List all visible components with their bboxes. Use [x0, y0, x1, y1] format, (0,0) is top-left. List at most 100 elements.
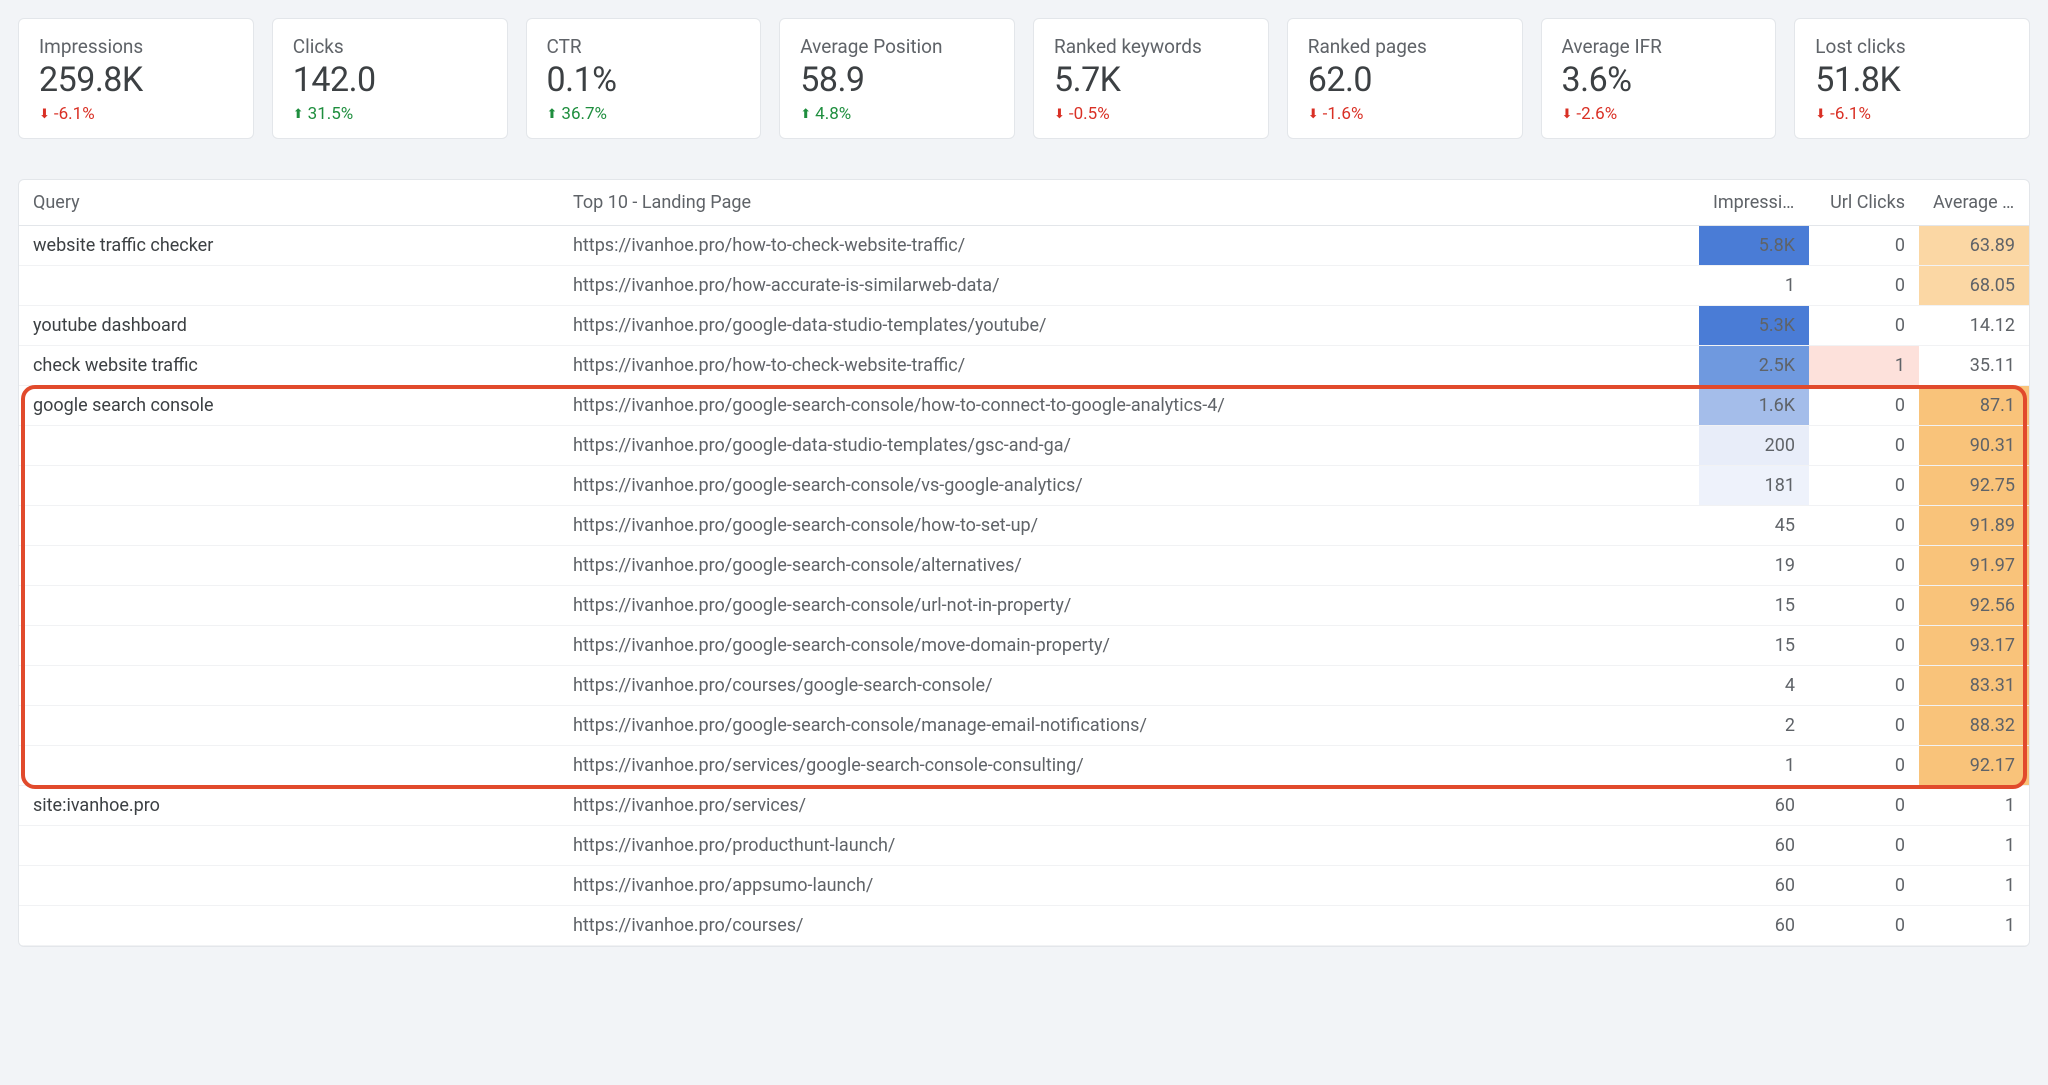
cell-impressions: 181: [1699, 466, 1809, 506]
cell-impressions: 60: [1699, 826, 1809, 866]
table-row[interactable]: https://ivanhoe.pro/google-search-consol…: [19, 586, 2029, 626]
metric-card[interactable]: Impressions259.8K⬇-6.1%: [18, 18, 254, 139]
col-header-query[interactable]: Query: [19, 180, 559, 226]
cell-impressions: 2.5K: [1699, 346, 1809, 386]
table-row[interactable]: https://ivanhoe.pro/appsumo-launch/6001: [19, 866, 2029, 906]
col-header-average-position[interactable]: Average Po…: [1919, 180, 2029, 226]
table-row[interactable]: check website traffichttps://ivanhoe.pro…: [19, 346, 2029, 386]
col-header-impressions[interactable]: Impressions: [1699, 180, 1809, 226]
metric-card[interactable]: Ranked keywords5.7K⬇-0.5%: [1033, 18, 1269, 139]
cell-url-clicks: 0: [1809, 626, 1919, 666]
table-row[interactable]: site:ivanhoe.prohttps://ivanhoe.pro/serv…: [19, 786, 2029, 826]
table-row[interactable]: https://ivanhoe.pro/google-search-consol…: [19, 466, 2029, 506]
cell-landing-page[interactable]: https://ivanhoe.pro/google-search-consol…: [559, 466, 1699, 506]
data-table-container: Query Top 10 - Landing Page Impressions …: [18, 179, 2030, 947]
table-row[interactable]: https://ivanhoe.pro/google-data-studio-t…: [19, 426, 2029, 466]
cell-landing-page[interactable]: https://ivanhoe.pro/how-to-check-website…: [559, 346, 1699, 386]
metric-label: Average Position: [800, 35, 994, 58]
cell-average-position: 1: [1919, 866, 2029, 906]
cell-url-clicks: 0: [1809, 226, 1919, 266]
arrow-down-icon: ⬇: [1308, 107, 1319, 122]
cell-url-clicks: 0: [1809, 906, 1919, 946]
cell-url-clicks: 1: [1809, 346, 1919, 386]
cell-query: [19, 626, 559, 666]
cell-url-clicks: 0: [1809, 786, 1919, 826]
cell-average-position: 93.17: [1919, 626, 2029, 666]
metric-value: 142.0: [293, 60, 487, 100]
metric-change: ⬇-1.6%: [1308, 104, 1502, 124]
cell-landing-page[interactable]: https://ivanhoe.pro/google-search-consol…: [559, 706, 1699, 746]
table-row[interactable]: youtube dashboardhttps://ivanhoe.pro/goo…: [19, 306, 2029, 346]
table-header-row: Query Top 10 - Landing Page Impressions …: [19, 180, 2029, 226]
arrow-down-icon: ⬇: [39, 107, 50, 122]
metric-card[interactable]: Clicks142.0 ⬆31.5%: [272, 18, 508, 139]
cell-landing-page[interactable]: https://ivanhoe.pro/courses/: [559, 906, 1699, 946]
metric-card[interactable]: Average Position58.9⬆4.8%: [779, 18, 1015, 139]
metric-label: Ranked keywords: [1054, 35, 1248, 58]
cell-landing-page[interactable]: https://ivanhoe.pro/google-search-consol…: [559, 546, 1699, 586]
metric-label: Clicks: [293, 35, 487, 58]
cell-landing-page[interactable]: https://ivanhoe.pro/google-search-consol…: [559, 626, 1699, 666]
arrow-up-icon: ⬆: [800, 107, 811, 122]
cell-query: youtube dashboard: [19, 306, 559, 346]
table-row[interactable]: https://ivanhoe.pro/services/google-sear…: [19, 746, 2029, 786]
arrow-up-icon: ⬆: [547, 107, 558, 122]
col-header-url-clicks[interactable]: Url Clicks: [1809, 180, 1919, 226]
cell-url-clicks: 0: [1809, 706, 1919, 746]
cell-landing-page[interactable]: https://ivanhoe.pro/how-accurate-is-simi…: [559, 266, 1699, 306]
cell-landing-page[interactable]: https://ivanhoe.pro/how-to-check-website…: [559, 226, 1699, 266]
cell-query: [19, 706, 559, 746]
table-row[interactable]: https://ivanhoe.pro/how-accurate-is-simi…: [19, 266, 2029, 306]
cell-url-clicks: 0: [1809, 386, 1919, 426]
cell-impressions: 200: [1699, 426, 1809, 466]
cell-average-position: 91.97: [1919, 546, 2029, 586]
cell-landing-page[interactable]: https://ivanhoe.pro/courses/google-searc…: [559, 666, 1699, 706]
cell-url-clicks: 0: [1809, 466, 1919, 506]
table-row[interactable]: https://ivanhoe.pro/google-search-consol…: [19, 506, 2029, 546]
cell-query: [19, 426, 559, 466]
cell-landing-page[interactable]: https://ivanhoe.pro/google-search-consol…: [559, 586, 1699, 626]
cell-url-clicks: 0: [1809, 746, 1919, 786]
table-row[interactable]: https://ivanhoe.pro/producthunt-launch/6…: [19, 826, 2029, 866]
cell-query: check website traffic: [19, 346, 559, 386]
cell-impressions: 15: [1699, 626, 1809, 666]
cell-landing-page[interactable]: https://ivanhoe.pro/producthunt-launch/: [559, 826, 1699, 866]
metric-card[interactable]: Lost clicks51.8K⬇-6.1%: [1794, 18, 2030, 139]
metric-change: ⬇-2.6%: [1562, 104, 1756, 124]
table-row[interactable]: https://ivanhoe.pro/google-search-consol…: [19, 626, 2029, 666]
cell-url-clicks: 0: [1809, 506, 1919, 546]
metric-value: 62.0: [1308, 60, 1502, 100]
cell-query: [19, 466, 559, 506]
cell-url-clicks: 0: [1809, 306, 1919, 346]
cell-average-position: 87.1: [1919, 386, 2029, 426]
cell-landing-page[interactable]: https://ivanhoe.pro/google-search-consol…: [559, 506, 1699, 546]
col-header-landing-page[interactable]: Top 10 - Landing Page: [559, 180, 1699, 226]
table-row[interactable]: https://ivanhoe.pro/google-search-consol…: [19, 706, 2029, 746]
cell-landing-page[interactable]: https://ivanhoe.pro/google-search-consol…: [559, 386, 1699, 426]
metric-change: ⬇-0.5%: [1054, 104, 1248, 124]
cell-impressions: 60: [1699, 786, 1809, 826]
cell-url-clicks: 0: [1809, 866, 1919, 906]
metric-value: 51.8K: [1815, 60, 2009, 100]
cell-landing-page[interactable]: https://ivanhoe.pro/appsumo-launch/: [559, 866, 1699, 906]
cell-query: [19, 906, 559, 946]
cell-impressions: 19: [1699, 546, 1809, 586]
table-row[interactable]: google search consolehttps://ivanhoe.pro…: [19, 386, 2029, 426]
arrow-down-icon: ⬇: [1815, 107, 1826, 122]
metric-card[interactable]: Ranked pages62.0⬇-1.6%: [1287, 18, 1523, 139]
cell-landing-page[interactable]: https://ivanhoe.pro/services/google-sear…: [559, 746, 1699, 786]
metric-label: Impressions: [39, 35, 233, 58]
cell-average-position: 63.89: [1919, 226, 2029, 266]
table-row[interactable]: https://ivanhoe.pro/google-search-consol…: [19, 546, 2029, 586]
table-row[interactable]: https://ivanhoe.pro/courses/google-searc…: [19, 666, 2029, 706]
cell-url-clicks: 0: [1809, 266, 1919, 306]
cell-landing-page[interactable]: https://ivanhoe.pro/services/: [559, 786, 1699, 826]
cell-landing-page[interactable]: https://ivanhoe.pro/google-data-studio-t…: [559, 306, 1699, 346]
table-row[interactable]: https://ivanhoe.pro/courses/6001: [19, 906, 2029, 946]
cell-landing-page[interactable]: https://ivanhoe.pro/google-data-studio-t…: [559, 426, 1699, 466]
metric-card[interactable]: Average IFR3.6%⬇-2.6%: [1541, 18, 1777, 139]
metric-card[interactable]: CTR0.1%⬆36.7%: [526, 18, 762, 139]
metric-change: ⬆31.5%: [293, 104, 487, 124]
table-row[interactable]: website traffic checkerhttps://ivanhoe.p…: [19, 226, 2029, 266]
arrow-up-icon: ⬆: [293, 107, 304, 122]
